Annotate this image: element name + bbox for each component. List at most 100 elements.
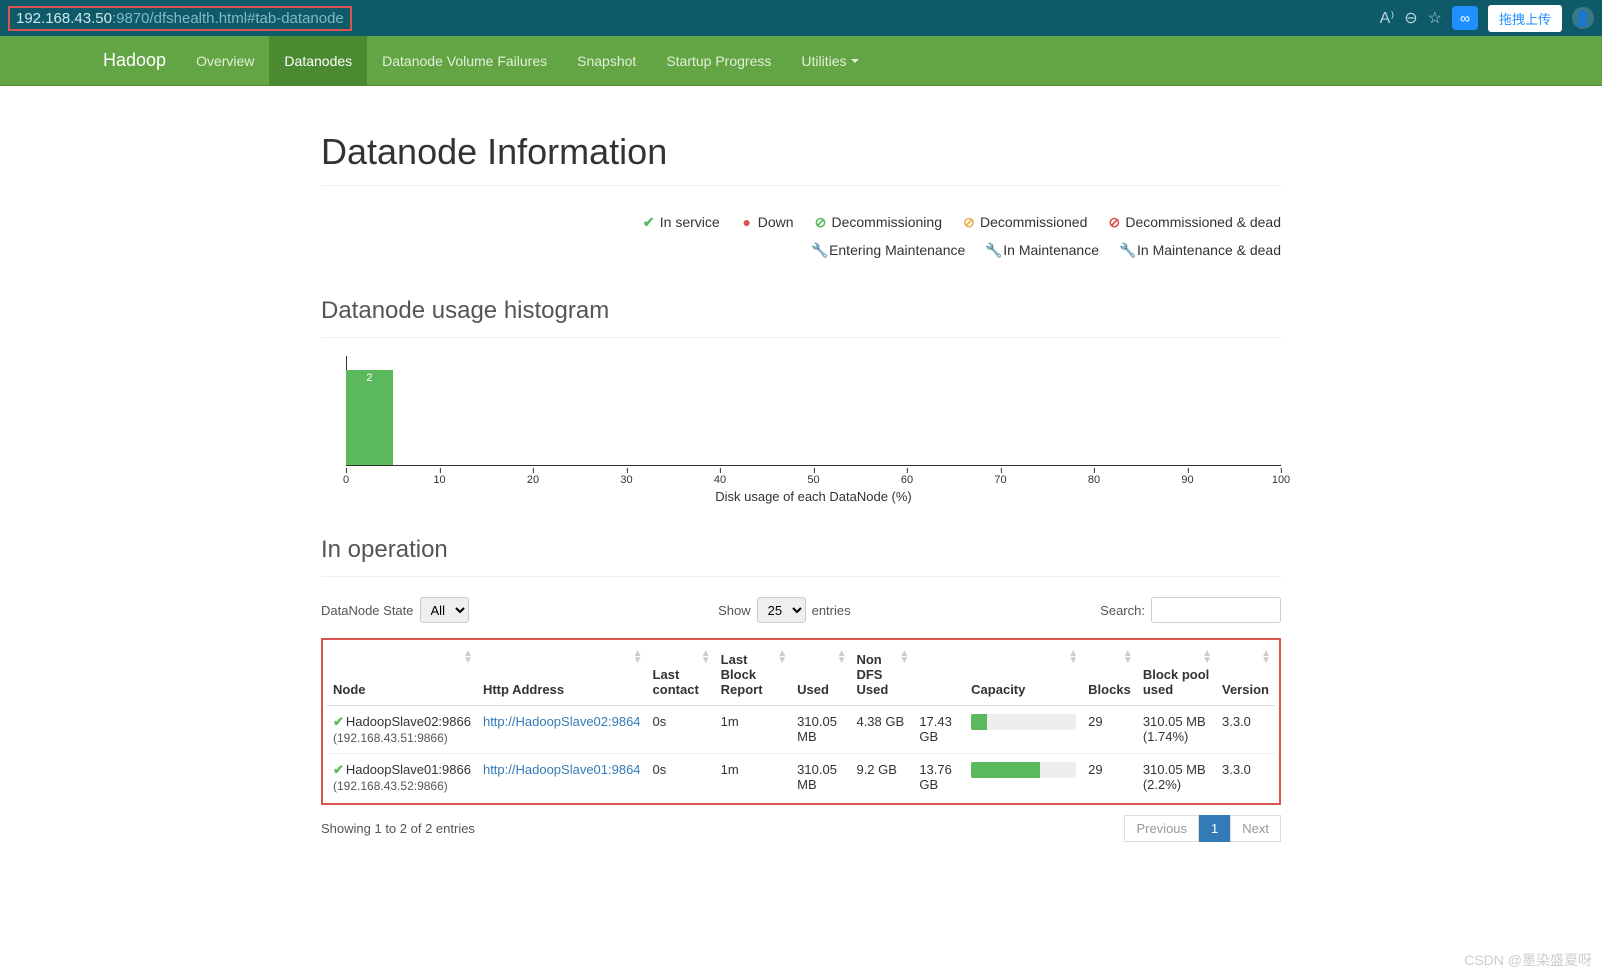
divider <box>321 337 1281 338</box>
nav-overview[interactable]: Overview <box>181 36 269 85</box>
tick-80: 80 <box>1088 474 1100 486</box>
total-cell: 13.76 GB <box>913 754 965 802</box>
pool-used-cell: 310.05 MB (1.74%) <box>1137 706 1216 754</box>
histogram-heading: Datanode usage histogram <box>321 297 1281 325</box>
nav-datanode-volume-failures[interactable]: Datanode Volume Failures <box>367 36 562 85</box>
x-axis <box>346 465 1281 466</box>
next-button[interactable]: Next <box>1230 815 1281 842</box>
version-cell: 3.3.0 <box>1216 706 1275 754</box>
watermark: CSDN @墨染盛夏呀 <box>1464 950 1592 970</box>
tick-30: 30 <box>620 474 632 486</box>
table-row: ✔HadoopSlave01:9866(192.168.43.52:9866) h… <box>327 754 1275 802</box>
usage-histogram-chart: Disk usage of each DataNode (%) 01020304… <box>346 356 1281 486</box>
tick-0: 0 <box>343 474 349 486</box>
nav-startup-progress[interactable]: Startup Progress <box>651 36 786 85</box>
capacity-cell <box>965 754 1082 802</box>
tick-90: 90 <box>1181 474 1193 486</box>
used-cell: 310.05 MB <box>791 706 850 754</box>
table-row: ✔HadoopSlave02:9866(192.168.43.51:9866) h… <box>327 706 1275 754</box>
page-1-button[interactable]: 1 <box>1199 815 1230 842</box>
brand[interactable]: Hadoop <box>88 36 181 85</box>
col-last-block-report[interactable]: Last Block Report▲▼ <box>715 644 792 706</box>
legend-decommissioned: ⊘Decommissioned <box>962 208 1087 236</box>
capacity-bar <box>971 714 1076 730</box>
last-contact-cell: 0s <box>647 754 715 802</box>
show-label: Show <box>718 603 751 618</box>
entries-label: entries <box>812 603 851 618</box>
total-cell: 17.43 GB <box>913 706 965 754</box>
avatar[interactable]: 👤 <box>1572 7 1594 29</box>
nav-utilities[interactable]: Utilities <box>786 36 873 85</box>
col-non-dfs-used[interactable]: Non DFS Used▲▼ <box>850 644 913 706</box>
col-spacer <box>913 644 965 706</box>
col-capacity[interactable]: Capacity▲▼ <box>965 644 1082 706</box>
favorite-icon[interactable]: ☆ <box>1428 8 1442 28</box>
pool-used-cell: 310.05 MB (2.2%) <box>1137 754 1216 802</box>
table-controls: DataNode State All Show 25 entries Searc… <box>321 597 1281 623</box>
browser-bar: 192.168.43.50:9870/dfshealth.html#tab-da… <box>0 0 1602 36</box>
http-link[interactable]: http://HadoopSlave02:9864 <box>483 714 641 729</box>
blocks-cell: 29 <box>1082 754 1137 802</box>
divider <box>321 185 1281 186</box>
col-node[interactable]: Node▲▼ <box>327 644 477 706</box>
status-icon: ✔ <box>333 762 344 777</box>
upload-button[interactable]: 拖拽上传 <box>1488 5 1562 32</box>
col-http-address[interactable]: Http Address▲▼ <box>477 644 647 706</box>
legend-decommissioned-dead: ⊘Decommissioned & dead <box>1107 208 1281 236</box>
last-contact-cell: 0s <box>647 706 715 754</box>
legend-in-maintenance: 🔧In Maintenance <box>985 236 1099 264</box>
zoom-icon[interactable]: ⊖ <box>1404 8 1417 28</box>
address-bar[interactable]: 192.168.43.50:9870/dfshealth.html#tab-da… <box>8 6 352 31</box>
search-input[interactable] <box>1151 597 1281 623</box>
node-cell: ✔HadoopSlave02:9866(192.168.43.51:9866) <box>327 706 477 754</box>
legend-in-service: ✔In service <box>642 208 720 236</box>
x-axis-label: Disk usage of each DataNode (%) <box>346 489 1281 504</box>
entries-select[interactable]: 25 <box>757 597 806 623</box>
legend-decommissioning: ⊘Decommissioning <box>814 208 942 236</box>
divider <box>321 576 1281 577</box>
datanode-table: Node▲▼Http Address▲▼Last contact▲▼Last B… <box>327 644 1275 801</box>
blocks-cell: 29 <box>1082 706 1137 754</box>
datanode-table-highlight: Node▲▼Http Address▲▼Last contact▲▼Last B… <box>321 638 1281 805</box>
page-title: Datanode Information <box>321 131 1281 173</box>
col-used[interactable]: Used▲▼ <box>791 644 850 706</box>
used-cell: 310.05 MB <box>791 754 850 802</box>
tick-100: 100 <box>1272 474 1290 486</box>
browser-toolbar: A⁾ ⊖ ☆ ∞ 拖拽上传 👤 <box>1380 5 1594 32</box>
status-icon: ✔ <box>333 714 344 729</box>
http-link[interactable]: http://HadoopSlave01:9864 <box>483 762 641 777</box>
legend-down: ●Down <box>740 208 794 236</box>
tick-40: 40 <box>714 474 726 486</box>
nav-snapshot[interactable]: Snapshot <box>562 36 651 85</box>
col-blocks[interactable]: Blocks▲▼ <box>1082 644 1137 706</box>
cloud-icon[interactable]: ∞ <box>1452 6 1478 30</box>
col-version[interactable]: Version▲▼ <box>1216 644 1275 706</box>
search-label: Search: <box>1100 603 1145 618</box>
tick-70: 70 <box>994 474 1006 486</box>
legend-entering-maintenance: 🔧Entering Maintenance <box>811 236 965 264</box>
capacity-bar <box>971 762 1076 778</box>
state-label: DataNode State <box>321 603 414 618</box>
tick-20: 20 <box>527 474 539 486</box>
state-select[interactable]: All <box>420 597 469 623</box>
http-cell: http://HadoopSlave02:9864 <box>477 706 647 754</box>
capacity-cell <box>965 706 1082 754</box>
nav-datanodes[interactable]: Datanodes <box>269 36 367 85</box>
in-operation-heading: In operation <box>321 536 1281 564</box>
read-aloud-icon[interactable]: A⁾ <box>1380 8 1395 28</box>
http-cell: http://HadoopSlave01:9864 <box>477 754 647 802</box>
tick-10: 10 <box>433 474 445 486</box>
prev-button[interactable]: Previous <box>1124 815 1199 842</box>
url-host: 192.168.43.50 <box>16 10 112 27</box>
table-footer: Showing 1 to 2 of 2 entries Previous 1 N… <box>321 815 1281 842</box>
pagination: Previous 1 Next <box>1124 815 1281 842</box>
histogram-bar: 2 <box>346 370 393 465</box>
col-last-contact[interactable]: Last contact▲▼ <box>647 644 715 706</box>
last-block-report-cell: 1m <box>715 706 792 754</box>
col-block-pool-used[interactable]: Block pool used▲▼ <box>1137 644 1216 706</box>
version-cell: 3.3.0 <box>1216 754 1275 802</box>
tick-60: 60 <box>901 474 913 486</box>
node-cell: ✔HadoopSlave01:9866(192.168.43.52:9866) <box>327 754 477 802</box>
table-info: Showing 1 to 2 of 2 entries <box>321 821 475 836</box>
tick-50: 50 <box>807 474 819 486</box>
